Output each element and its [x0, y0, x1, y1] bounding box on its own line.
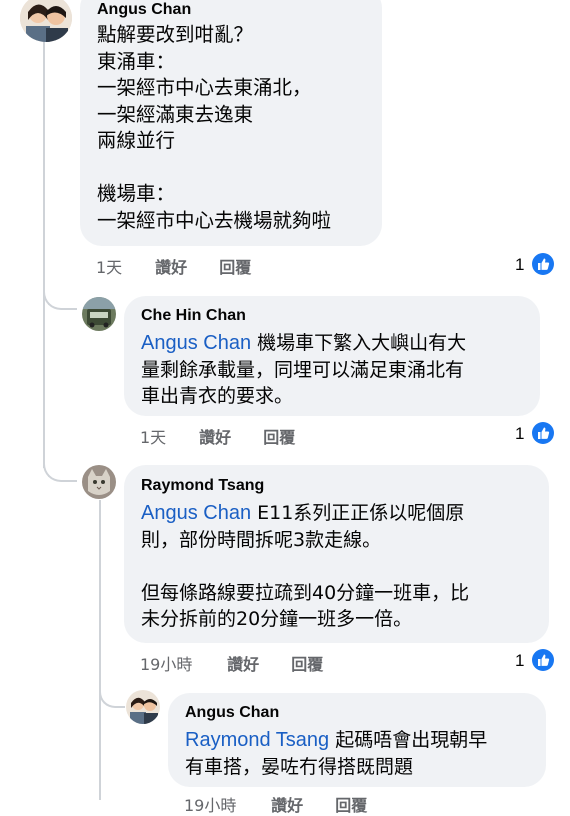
avatar-couple-photo: [126, 690, 160, 724]
comment-actions: 1天 讚好 回覆: [96, 254, 251, 278]
comment-author[interactable]: Raymond Tsang: [141, 477, 264, 495]
comment-author[interactable]: Angus Chan: [97, 1, 191, 19]
comment-actions: 1天 讚好 回覆: [140, 424, 295, 448]
thumbs-up-icon[interactable]: [532, 253, 554, 275]
comment-time[interactable]: 19小時: [140, 651, 222, 675]
mention-link[interactable]: Angus Chan: [141, 332, 251, 354]
comment-author[interactable]: Che Hin Chan: [141, 307, 246, 325]
like-button[interactable]: 讚好: [227, 651, 286, 675]
thumbs-up-icon[interactable]: [532, 422, 554, 444]
comment-text: 點解要改到咁亂？ 東涌車： 一架經市中心去東涌北， 一架經滿東去逸東 兩線並行 …: [97, 23, 332, 232]
comment-actions: 19小時 讚好 回覆: [184, 792, 367, 816]
thread-curve-1: [43, 266, 77, 310]
like-button[interactable]: 讚好: [155, 254, 214, 278]
comment-time[interactable]: 1天: [96, 254, 150, 278]
thread-curve-3: [99, 662, 125, 708]
comment-author[interactable]: Angus Chan: [185, 704, 279, 722]
comment-text: Angus Chan E11系列正正係以呢個原 則，部份時間拆呢3款走線。 但每…: [141, 502, 470, 630]
comment-text: Raymond Tsang 起碼唔會出現朝早 有車搭，晏咗冇得搭既問題: [185, 729, 488, 778]
avatar-bus-photo: [82, 297, 116, 331]
thread-line-main: [43, 38, 45, 468]
mention-link[interactable]: Angus Chan: [141, 502, 251, 524]
comment-time[interactable]: 1天: [140, 424, 194, 448]
thread-line-reply: [99, 500, 101, 800]
reply-button[interactable]: 回覆: [263, 424, 295, 448]
thread-curve-2: [43, 436, 77, 482]
reaction-count[interactable]: 1: [515, 255, 524, 275]
like-button[interactable]: 讚好: [271, 792, 330, 816]
comment-time[interactable]: 19小時: [184, 792, 266, 816]
avatar[interactable]: [126, 690, 160, 724]
avatar-cat-photo: [82, 465, 116, 499]
like-button[interactable]: 讚好: [199, 424, 258, 448]
avatar[interactable]: [82, 297, 116, 331]
avatar[interactable]: [82, 465, 116, 499]
avatar[interactable]: [20, 0, 72, 42]
reaction-count[interactable]: 1: [515, 651, 524, 671]
reaction-count[interactable]: 1: [515, 424, 524, 444]
mention-link[interactable]: Raymond Tsang: [185, 729, 329, 751]
avatar-couple-photo: [20, 0, 72, 42]
comment-text: Angus Chan 機場車下繁入大嶼山有大 量剩餘承載量，同埋可以滿足東涌北有…: [141, 332, 467, 407]
reply-button[interactable]: 回覆: [291, 651, 323, 675]
reply-button[interactable]: 回覆: [335, 792, 367, 816]
thumbs-up-icon[interactable]: [532, 649, 554, 671]
reply-button[interactable]: 回覆: [219, 254, 251, 278]
comment-actions: 19小時 讚好 回覆: [140, 651, 323, 675]
